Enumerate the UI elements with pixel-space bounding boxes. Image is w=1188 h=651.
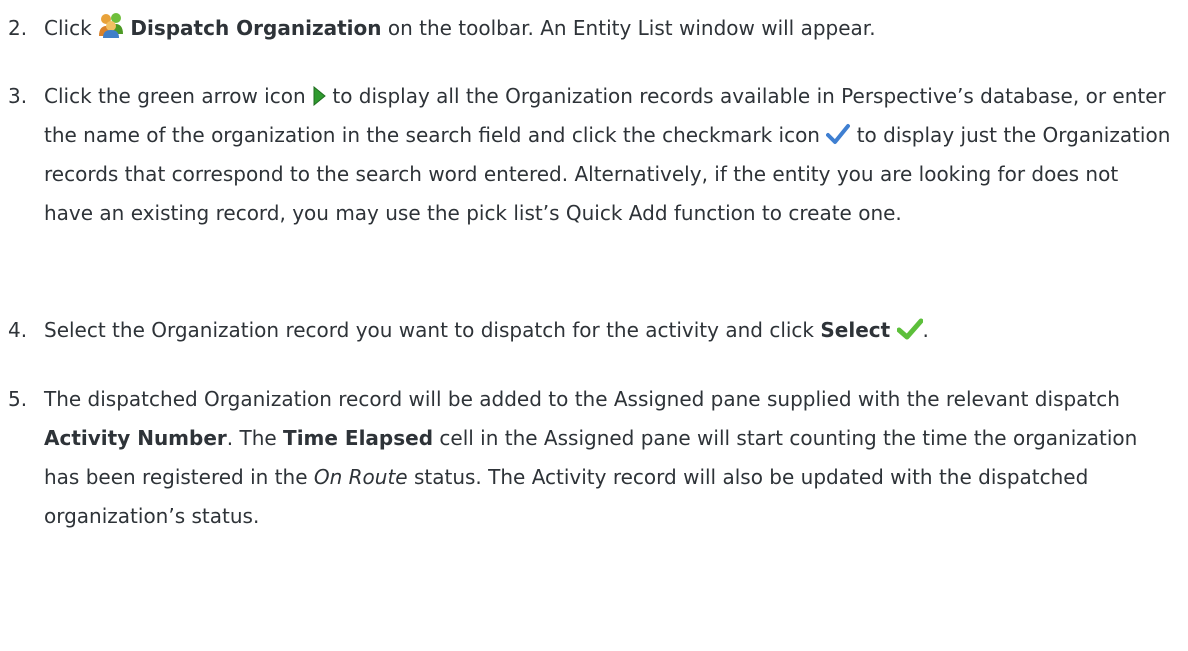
text-run: Click (44, 16, 99, 40)
step-text: Click Dispatch Organization on the toolb… (44, 9, 1173, 48)
step-number: 5. (8, 387, 28, 411)
step-text: The dispatched Organization record will … (44, 380, 1173, 536)
step-2: 2. Click Dispatch Organization on the to… (8, 9, 1173, 48)
step-text: Click the green arrow icon to display al… (44, 77, 1173, 233)
step-number: 3. (8, 84, 28, 108)
step-number: 4. (8, 318, 28, 342)
bold-term: Time Elapsed (283, 426, 434, 450)
instruction-steps: 2. Click Dispatch Organization on the to… (0, 0, 1188, 651)
bold-term: Dispatch Organization (130, 16, 382, 40)
dispatch-organization-icon (98, 12, 124, 38)
text-run: . The (226, 426, 284, 450)
bold-term: Select (820, 318, 891, 342)
italic-term: On Route (313, 465, 408, 489)
green-arrow-icon (312, 86, 326, 106)
text-run: on the toolbar. An Entity List window wi… (381, 16, 876, 40)
text-run: . (922, 318, 929, 342)
bold-term: Activity Number (44, 426, 227, 450)
step-text: Select the Organization record you want … (44, 311, 1173, 350)
select-checkmark-icon (896, 318, 923, 340)
text-run: Select the Organization record you want … (44, 318, 821, 342)
step-number: 2. (8, 16, 28, 40)
text-run: The dispatched Organization record will … (44, 387, 1120, 411)
checkmark-icon (826, 123, 851, 145)
step-4: 4. Select the Organization record you wa… (8, 311, 1173, 350)
step-5: 5. The dispatched Organization record wi… (8, 380, 1173, 536)
step-3: 3. Click the green arrow icon to display… (8, 77, 1173, 233)
text-run: Click the green arrow icon (44, 84, 312, 108)
